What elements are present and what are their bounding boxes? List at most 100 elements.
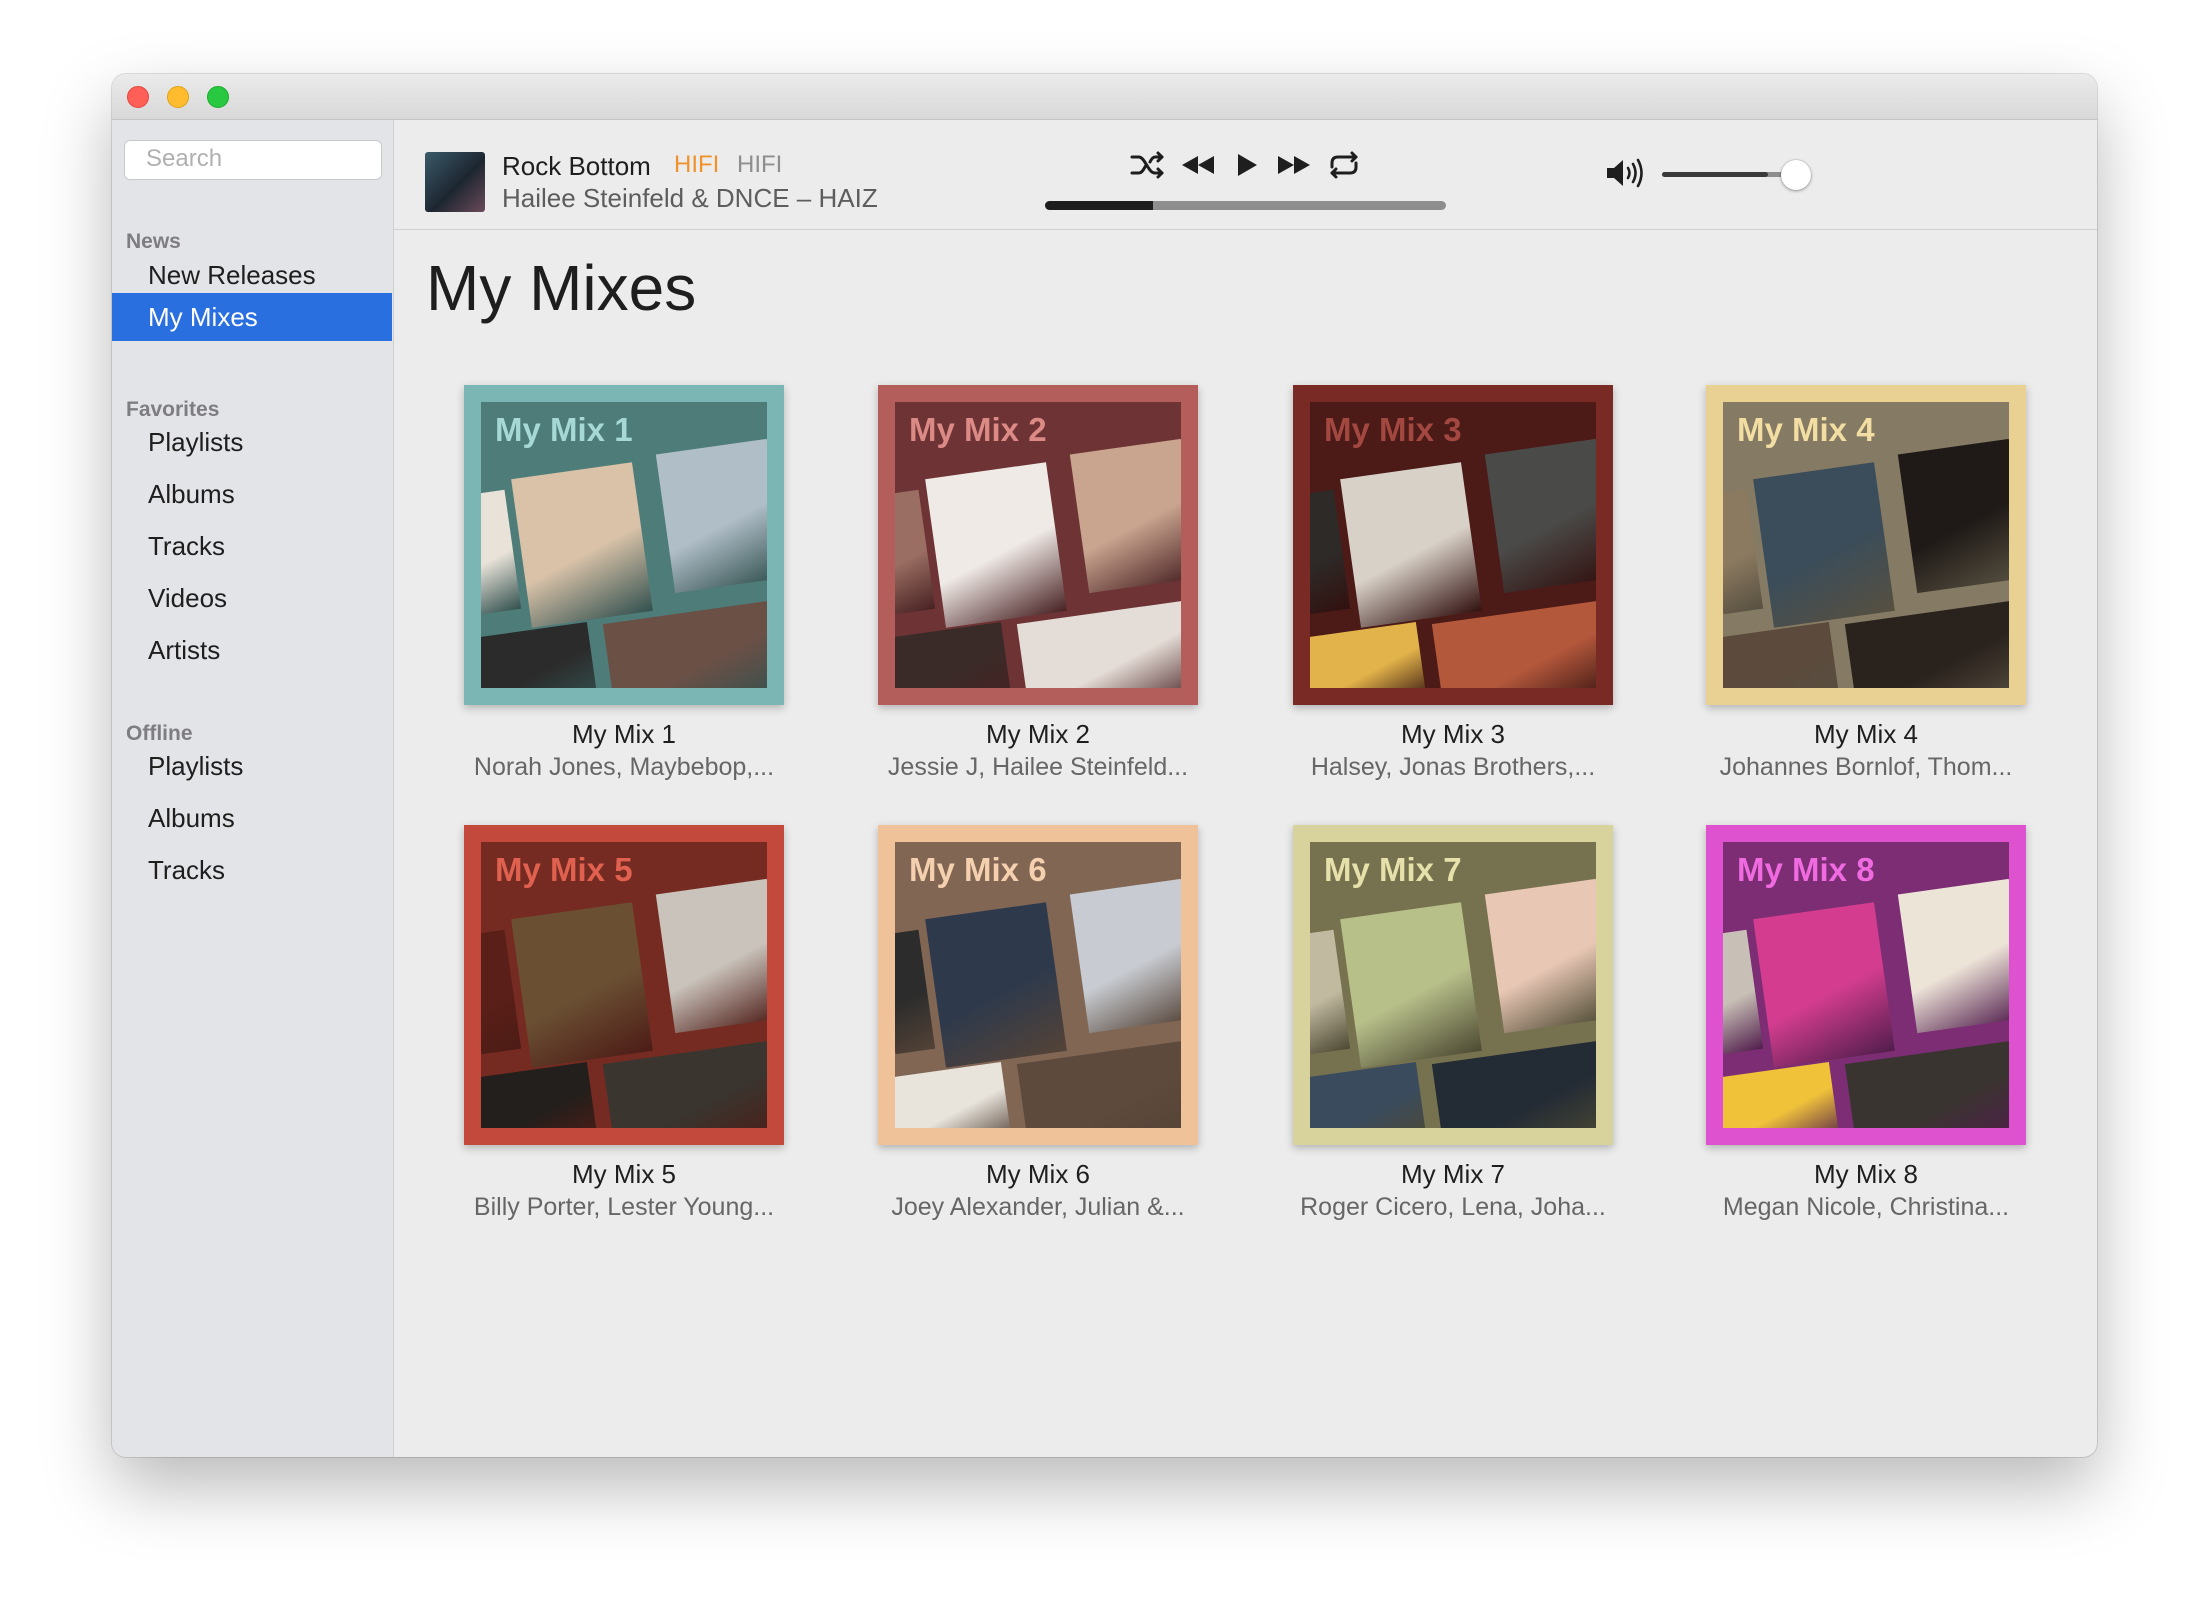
mix-cover-label: My Mix 7: [1324, 851, 1462, 888]
mix-artists: Megan Nicole, Christina...: [1722, 1193, 2010, 1221]
sidebar-item-offline-albums[interactable]: Albums: [112, 794, 392, 842]
mix-title[interactable]: My Mix 4: [1706, 719, 2026, 750]
mix-collage-photo: [1753, 902, 1895, 1068]
mix-title[interactable]: My Mix 6: [878, 1159, 1198, 1190]
minimize-window-button[interactable]: [167, 86, 189, 108]
previous-icon[interactable]: [1178, 145, 1218, 185]
sidebar-item-offline-playlists[interactable]: Playlists: [112, 742, 392, 790]
quality-badge-hifi: HIFI: [674, 151, 720, 178]
mix-cover-art[interactable]: My Mix 8: [1706, 825, 2026, 1145]
mix-title[interactable]: My Mix 1: [464, 719, 784, 750]
mix-collage-photo: [895, 489, 936, 615]
mix-card-2[interactable]: My Mix 2 My Mix 2 Jessie J, Hailee Steinfe…: [878, 385, 1198, 782]
mix-cover-background: My Mix 8: [1723, 842, 2009, 1128]
mix-collage-photo: [1310, 1062, 1427, 1128]
mix-card-3[interactable]: My Mix 3 My Mix 3 Halsey, Jonas Brothers,.…: [1293, 385, 1613, 782]
mix-cover-background: My Mix 5: [481, 842, 767, 1128]
sidebar-item-favorite-tracks[interactable]: Tracks: [112, 522, 392, 570]
mix-collage-photo: [1723, 489, 1764, 615]
mix-cover-label: My Mix 6: [909, 851, 1047, 888]
mix-collage-photo: [1723, 929, 1764, 1055]
mix-cover-art[interactable]: My Mix 5: [464, 825, 784, 1145]
mix-card-1[interactable]: My Mix 1 My Mix 1 Norah Jones, Maybebop,..…: [464, 385, 784, 782]
mix-artists: Johannes Bornlof, Thom...: [1719, 753, 2013, 781]
mix-card-6[interactable]: My Mix 6 My Mix 6 Joey Alexander, Julian &…: [878, 825, 1198, 1222]
zoom-window-button[interactable]: [207, 86, 229, 108]
mix-collage-photo: [1310, 489, 1351, 615]
mix-cover-label: My Mix 4: [1737, 411, 1875, 448]
mix-collage-photo: [1484, 878, 1596, 1034]
mix-cover-background: My Mix 4: [1723, 402, 2009, 688]
mix-collage-photo: [655, 878, 767, 1034]
mix-collage-photo: [1310, 622, 1427, 688]
mix-collage-photo: [1340, 902, 1482, 1068]
mix-collage-photo: [1723, 1062, 1840, 1128]
mix-card-5[interactable]: My Mix 5 My Mix 5 Billy Porter, Lester You…: [464, 825, 784, 1222]
sidebar-item-favorite-playlists[interactable]: Playlists: [112, 418, 392, 466]
page-title: My Mixes: [426, 252, 697, 324]
mix-cover-art[interactable]: My Mix 6: [878, 825, 1198, 1145]
mix-cover-label: My Mix 2: [909, 411, 1047, 448]
search-input[interactable]: Search: [124, 140, 382, 180]
mix-card-4[interactable]: My Mix 4 My Mix 4 Johannes Bornlof, Thom..…: [1706, 385, 2026, 782]
volume-icon[interactable]: [1604, 156, 1646, 190]
mix-cover-art[interactable]: My Mix 4: [1706, 385, 2026, 705]
mix-title[interactable]: My Mix 5: [464, 1159, 784, 1190]
mix-cover-label: My Mix 8: [1737, 851, 1875, 888]
mix-cover-background: My Mix 2: [895, 402, 1181, 688]
mix-collage-photo: [1897, 878, 2009, 1034]
mix-cover-background: My Mix 7: [1310, 842, 1596, 1128]
mix-collage-photo: [1016, 1040, 1181, 1128]
mix-cover-background: My Mix 1: [481, 402, 767, 688]
mix-collage-photo: [511, 462, 653, 628]
shuffle-icon[interactable]: [1128, 145, 1168, 185]
track-title[interactable]: Rock Bottom: [502, 151, 651, 182]
mix-collage-photo: [925, 902, 1067, 1068]
sidebar-item-favorite-albums[interactable]: Albums: [112, 470, 392, 518]
sidebar-item-offline-tracks[interactable]: Tracks: [112, 846, 392, 894]
mix-collage-photo: [895, 622, 1012, 688]
mix-title[interactable]: My Mix 8: [1706, 1159, 2026, 1190]
mix-collage-photo: [1340, 462, 1482, 628]
repeat-icon[interactable]: [1324, 145, 1364, 185]
mix-title[interactable]: My Mix 7: [1293, 1159, 1613, 1190]
mix-cover-label: My Mix 5: [495, 851, 633, 888]
mix-collage-photo: [511, 902, 653, 1068]
track-artist[interactable]: Hailee Steinfeld & DNCE – HAIZ: [502, 183, 878, 214]
mix-cover-art[interactable]: My Mix 2: [878, 385, 1198, 705]
mix-artists: Norah Jones, Maybebop,...: [473, 753, 775, 781]
volume-slider-knob[interactable]: [1781, 160, 1811, 190]
sidebar-item-favorite-videos[interactable]: Videos: [112, 574, 392, 622]
mix-artists: Billy Porter, Lester Young...: [473, 1193, 775, 1221]
now-playing-artwork[interactable]: [425, 152, 485, 212]
next-icon[interactable]: [1274, 145, 1314, 185]
mix-collage-photo: [481, 489, 522, 615]
mix-artists: Joey Alexander, Julian &...: [891, 1193, 1185, 1221]
volume-level-fill: [1662, 172, 1768, 177]
mix-collage-photo: [1897, 438, 2009, 594]
mix-title[interactable]: My Mix 2: [878, 719, 1198, 750]
sidebar-item-new-releases[interactable]: New Releases: [112, 251, 392, 299]
mix-collage-photo: [481, 622, 598, 688]
mix-collage-photo: [1431, 1040, 1596, 1128]
mix-cover-art[interactable]: My Mix 3: [1293, 385, 1613, 705]
mix-cover-art[interactable]: My Mix 7: [1293, 825, 1613, 1145]
sidebar-item-my-mixes[interactable]: My Mixes: [112, 293, 392, 341]
mix-title[interactable]: My Mix 3: [1293, 719, 1613, 750]
mix-cover-label: My Mix 3: [1324, 411, 1462, 448]
mix-collage-photo: [602, 1040, 767, 1128]
lyrics-icon[interactable]: [2095, 160, 2097, 192]
mix-collage-photo: [1016, 600, 1181, 688]
mix-cover-art[interactable]: My Mix 1: [464, 385, 784, 705]
mix-card-7[interactable]: My Mix 7 My Mix 7 Roger Cicero, Lena, Joha…: [1293, 825, 1613, 1222]
mix-card-8[interactable]: My Mix 8 My Mix 8 Megan Nicole, Christina.…: [1706, 825, 2026, 1222]
play-icon[interactable]: [1226, 145, 1266, 185]
mix-collage-photo: [602, 600, 767, 688]
mix-collage-photo: [1844, 1040, 2009, 1128]
mix-collage-photo: [1310, 929, 1351, 1055]
sidebar-item-favorite-artists[interactable]: Artists: [112, 626, 392, 674]
close-window-button[interactable]: [127, 86, 149, 108]
sidebar: Search News New Releases My Mixes Favori…: [112, 120, 394, 1457]
mix-artists: Jessie J, Hailee Steinfeld...: [887, 753, 1189, 781]
playback-progress-bar[interactable]: [1045, 201, 1446, 210]
